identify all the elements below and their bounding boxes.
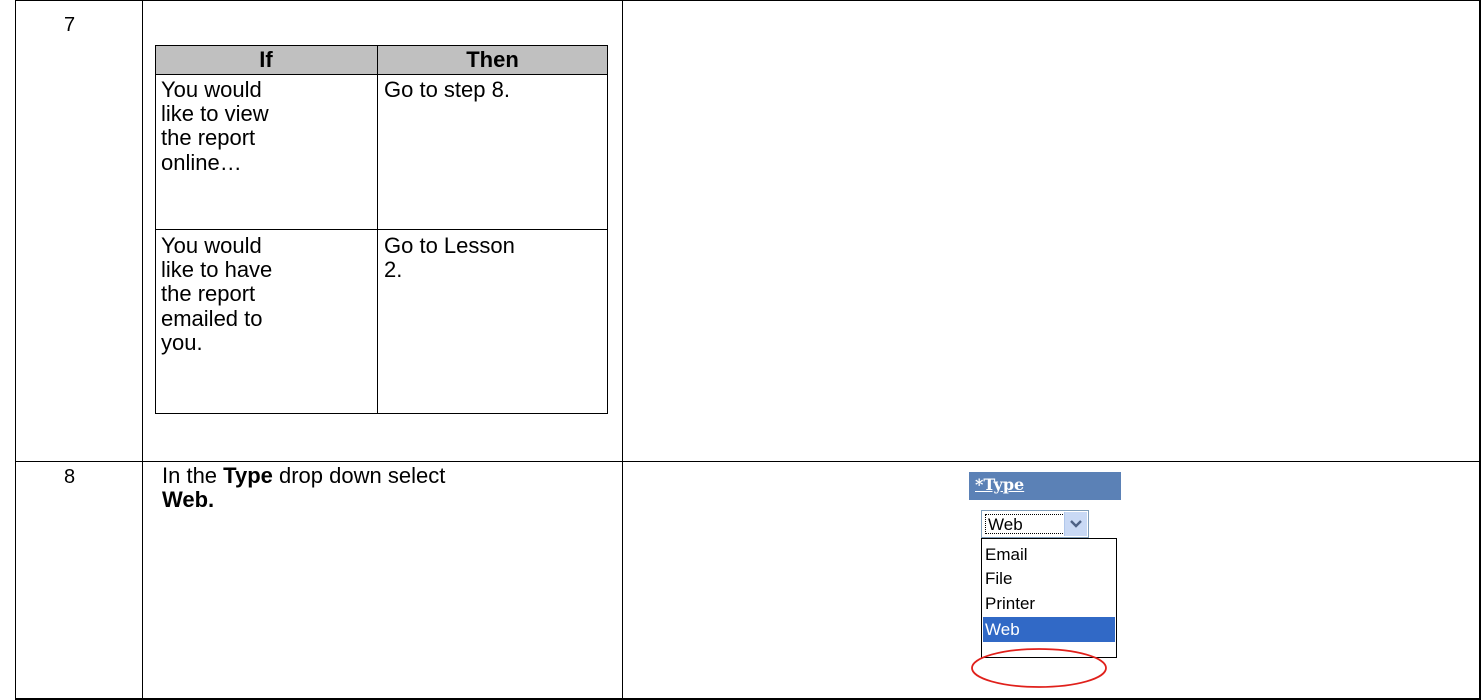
inner-row-divider (155, 229, 608, 230)
if-cell-2-line: you. (161, 329, 203, 355)
table-border-left (15, 0, 16, 700)
instruction-value-web: Web. (162, 487, 215, 512)
type-dropdown-screenshot: *Type Web Email File Printer Web (969, 472, 1121, 692)
header-then: Then (466, 47, 519, 72)
inner-border-top (155, 45, 608, 46)
if-cell-2-line: emailed to (161, 305, 263, 331)
step-number-7: 7 (64, 14, 76, 36)
instruction-prefix: In the (162, 463, 224, 488)
if-cell-1-line: online… (161, 149, 242, 175)
then-cell-1: Go to step 8. (384, 77, 510, 102)
then-cell-2: Go to Lesson 2. (384, 233, 515, 283)
highlight-circle-icon (971, 648, 1107, 688)
inner-border-bottom (155, 413, 608, 414)
if-cell-1: You would like to view the report online… (161, 77, 269, 175)
then-cell-2-line: 2. (384, 257, 403, 283)
instruction-keyword-type: Type (223, 463, 273, 488)
inner-column-divider (377, 45, 378, 414)
inner-border-left (155, 45, 156, 414)
header-if: If (259, 47, 273, 72)
if-cell-1-line: like to view (161, 101, 269, 127)
if-cell-2-line: like to have (161, 257, 273, 283)
inner-header-divider (155, 74, 608, 75)
if-cell-2-line: You would (161, 233, 262, 258)
instruction-middle: drop down select (272, 463, 446, 488)
step-number-8: 8 (64, 466, 76, 488)
then-cell-2-line: Go to Lesson (384, 233, 515, 258)
if-cell-1-line: You would (161, 77, 262, 102)
column-divider-step (142, 0, 143, 700)
if-then-table: If Then You would like to view the repor… (155, 45, 608, 414)
inner-border-right (607, 45, 608, 414)
column-divider-image (622, 0, 623, 700)
row-divider (15, 461, 1481, 462)
then-cell-1-line: Go to step 8. (384, 77, 510, 102)
if-cell-2: You would like to have the report emaile… (161, 233, 273, 355)
if-cell-2-line: the report (161, 281, 256, 307)
step-8-instruction: In the Type drop down select Web. (162, 464, 602, 512)
if-cell-1-line: the report (161, 125, 256, 151)
table-border-top (15, 0, 1481, 1)
